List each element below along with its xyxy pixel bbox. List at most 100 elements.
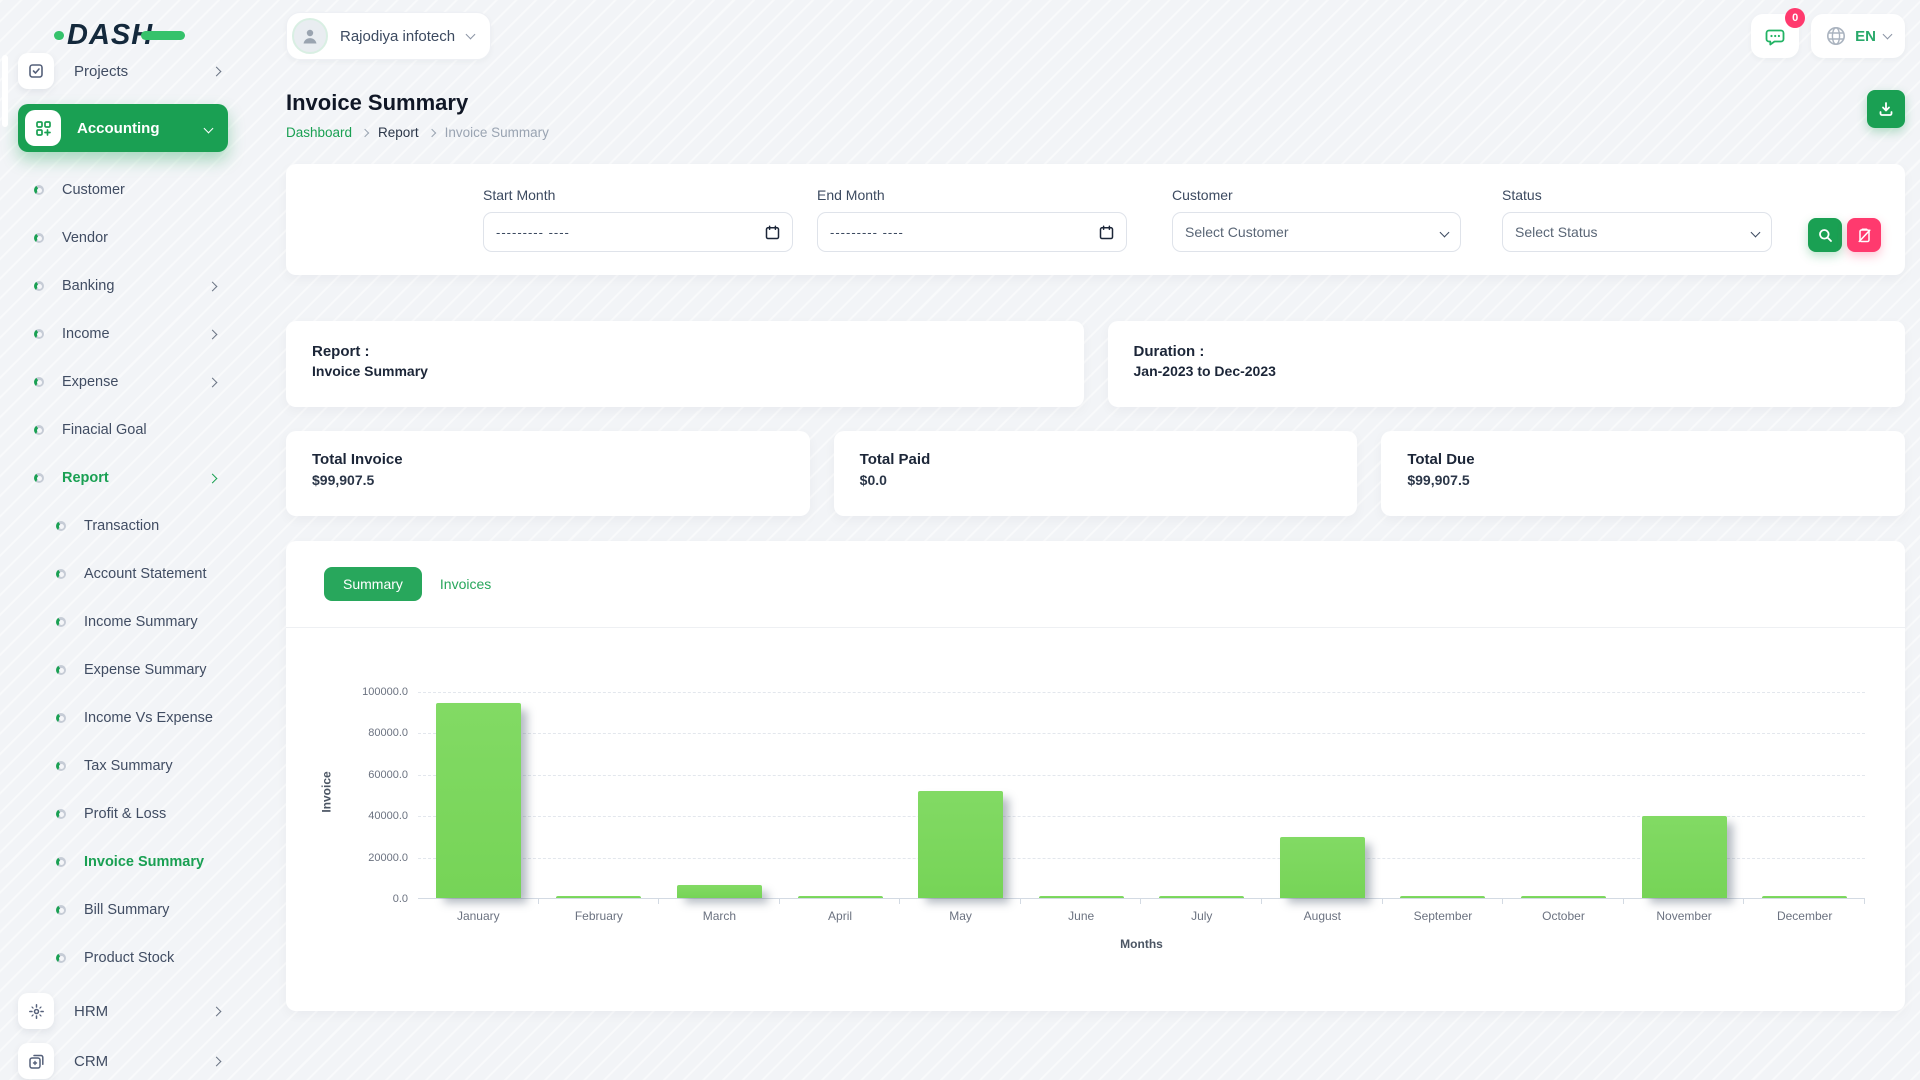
accounting-icon <box>25 110 61 146</box>
x-tick-label: August <box>1262 909 1383 923</box>
reset-icon <box>1857 228 1872 243</box>
bar-june[interactable] <box>1039 896 1124 898</box>
sidebar-item-label: Product Stock <box>84 950 246 966</box>
chart-tabs: Summary Invoices <box>286 567 1905 601</box>
bar-march[interactable] <box>677 885 762 898</box>
bar-slot <box>1744 692 1865 898</box>
end-month-label: End Month <box>817 187 1127 203</box>
start-month-label: Start Month <box>483 187 793 203</box>
sidebar-item-report[interactable]: Report <box>18 454 246 502</box>
search-button[interactable] <box>1808 218 1842 252</box>
tab-invoices[interactable]: Invoices <box>436 567 495 601</box>
breadcrumb-item-report[interactable]: Report <box>378 125 419 140</box>
sidebar-item-invoice-summary[interactable]: Invoice Summary <box>18 838 246 886</box>
duration-card-value: Jan-2023 to Dec-2023 <box>1134 363 1880 379</box>
sidebar-group-accounting[interactable]: Accounting <box>18 104 228 152</box>
search-icon <box>1818 228 1833 243</box>
sidebar-item-projects[interactable]: Projects <box>18 46 246 96</box>
bar-april[interactable] <box>798 896 883 898</box>
bullet-icon <box>34 377 44 387</box>
sidebar-item-income-summary[interactable]: Income Summary <box>18 598 246 646</box>
sidebar-item-transaction[interactable]: Transaction <box>18 502 246 550</box>
sidebar-scrollbar[interactable] <box>2 55 8 127</box>
sidebar-item-label: Tax Summary <box>84 758 246 774</box>
stat-value: $99,907.5 <box>312 472 784 488</box>
report-card-title: Report : <box>312 343 1058 360</box>
bar-january[interactable] <box>436 703 521 898</box>
chevron-right-icon <box>208 473 218 483</box>
status-select[interactable]: Select Status <box>1502 212 1772 252</box>
sidebar-item-profit-loss[interactable]: Profit & Loss <box>18 790 246 838</box>
y-axis-title: Invoice <box>314 688 340 895</box>
filter-card: Start Month --------- ---- End Month ---… <box>286 164 1905 275</box>
download-button[interactable] <box>1867 90 1905 128</box>
calendar-icon[interactable] <box>1099 225 1114 240</box>
stat-value: $99,907.5 <box>1407 472 1879 488</box>
sidebar-item-label: Customer <box>62 182 246 198</box>
bar-november[interactable] <box>1642 816 1727 898</box>
bar-slot <box>780 692 901 898</box>
x-axis-labels: JanuaryFebruaryMarchAprilMayJuneJulyAugu… <box>418 909 1865 923</box>
sidebar-item-label: Account Statement <box>84 566 246 582</box>
x-tick-label: December <box>1744 909 1865 923</box>
sidebar-item-product-stock[interactable]: Product Stock <box>18 934 246 982</box>
bar-february[interactable] <box>556 896 641 898</box>
sidebar-item-account-statement[interactable]: Account Statement <box>18 550 246 598</box>
bullet-icon <box>34 185 44 195</box>
bar-may[interactable] <box>918 791 1003 898</box>
sidebar-item-banking[interactable]: Banking <box>18 262 246 310</box>
bar-october[interactable] <box>1521 896 1606 898</box>
breadcrumb-separator-icon <box>427 128 435 136</box>
breadcrumb-item-dashboard[interactable]: Dashboard <box>286 125 352 140</box>
app-window: DASH Projects Accounting CustomerVendorB… <box>0 0 1920 1080</box>
sidebar: DASH Projects Accounting CustomerVendorB… <box>0 0 246 1080</box>
chat-icon <box>1763 24 1787 48</box>
sidebar-item-label: Bill Summary <box>84 902 246 918</box>
chevron-down-icon <box>1883 30 1893 40</box>
chevron-right-icon <box>212 1006 222 1016</box>
projects-icon <box>18 53 54 89</box>
globe-icon <box>1825 25 1847 47</box>
sidebar-item-income[interactable]: Income <box>18 310 246 358</box>
sidebar-item-expense-summary[interactable]: Expense Summary <box>18 646 246 694</box>
language-selector[interactable]: EN <box>1811 14 1905 58</box>
breadcrumb: DashboardReportInvoice Summary <box>286 125 549 140</box>
bar-slot <box>1262 692 1383 898</box>
x-tick-label: June <box>1021 909 1142 923</box>
sidebar-item-tax-summary[interactable]: Tax Summary <box>18 742 246 790</box>
sidebar-item-vendor[interactable]: Vendor <box>18 214 246 262</box>
x-tick-label: March <box>659 909 780 923</box>
sidebar-item-customer[interactable]: Customer <box>18 166 246 214</box>
bullet-icon <box>56 857 66 867</box>
crm-icon <box>18 1043 54 1079</box>
tab-summary[interactable]: Summary <box>324 567 422 601</box>
chevron-right-icon <box>212 66 222 76</box>
sidebar-item-finacial-goal[interactable]: Finacial Goal <box>18 406 246 454</box>
stat-label: Total Due <box>1407 451 1879 468</box>
bar-september[interactable] <box>1400 896 1485 898</box>
sidebar-item-income-vs-expense[interactable]: Income Vs Expense <box>18 694 246 742</box>
sidebar-item-hrm[interactable]: HRM <box>18 986 246 1036</box>
sidebar-item-expense[interactable]: Expense <box>18 358 246 406</box>
bar-july[interactable] <box>1159 896 1244 898</box>
bar-slot <box>418 692 539 898</box>
reset-button[interactable] <box>1847 218 1881 252</box>
sidebar-item-bill-summary[interactable]: Bill Summary <box>18 886 246 934</box>
bar-slot <box>1624 692 1745 898</box>
customer-select[interactable]: Select Customer <box>1172 212 1461 252</box>
x-tick-label: February <box>539 909 660 923</box>
sidebar-item-crm[interactable]: CRM <box>18 1036 246 1080</box>
sidebar-item-label: Banking <box>62 278 209 294</box>
company-selector[interactable]: Rajodiya infotech <box>286 12 491 60</box>
chart-card: Summary Invoices Invoice 100000.080000.0… <box>286 541 1905 1011</box>
y-tick-label: 0.0 <box>393 893 408 905</box>
bar-december[interactable] <box>1762 896 1847 898</box>
x-tick-label: May <box>900 909 1021 923</box>
bar-august[interactable] <box>1280 837 1365 898</box>
calendar-icon[interactable] <box>765 225 780 240</box>
start-month-input[interactable]: --------- ---- <box>483 212 793 252</box>
messages-button[interactable]: 0 <box>1751 14 1799 58</box>
bullet-icon <box>56 953 66 963</box>
chevron-down-icon <box>1440 227 1450 237</box>
end-month-input[interactable]: --------- ---- <box>817 212 1127 252</box>
